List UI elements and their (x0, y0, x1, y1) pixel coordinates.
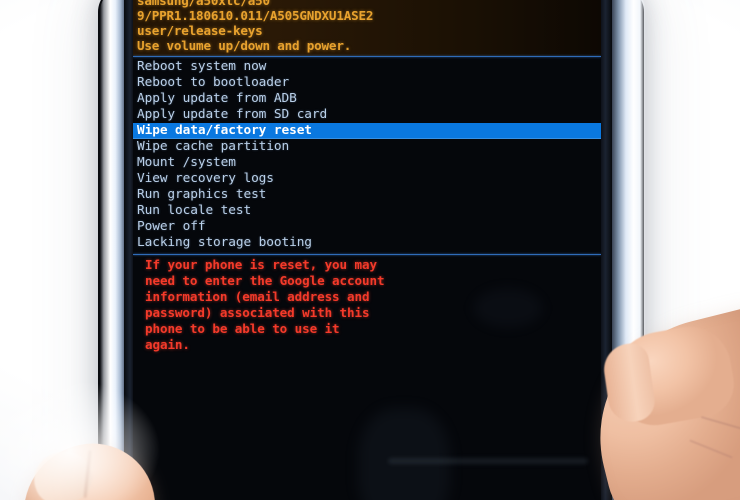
warning-line-6: again. (145, 337, 190, 352)
warning-line-5: phone to be able to use it (145, 321, 340, 336)
warning-line-1: If your phone is reset, you may (145, 257, 377, 272)
menu-item-lacking-storage-booting[interactable]: Lacking storage booting (133, 235, 601, 251)
menu-item-mount-system[interactable]: Mount /system (133, 155, 601, 171)
recovery-menu: Reboot system now Reboot to bootloader A… (133, 59, 601, 251)
menu-item-run-locale-test[interactable]: Run locale test (133, 203, 601, 219)
menu-item-wipe-cache-partition[interactable]: Wipe cache partition (133, 139, 601, 155)
menu-item-reboot-to-bootloader[interactable]: Reboot to bootloader (133, 75, 601, 91)
warning-line-2: need to enter the Google account (145, 273, 385, 288)
menu-item-apply-update-from-sd-card[interactable]: Apply update from SD card (133, 107, 601, 123)
menu-item-apply-update-from-adb[interactable]: Apply update from ADB (133, 91, 601, 107)
recovery-header: Android Recovery samsung/a50xtc/a50 9/PP… (133, 0, 601, 56)
header-line-keys: user/release-keys (137, 23, 263, 38)
menu-item-view-recovery-logs[interactable]: View recovery logs (133, 171, 601, 187)
menu-item-wipe-data-factory-reset[interactable]: Wipe data/factory reset (133, 123, 601, 139)
menu-item-run-graphics-test[interactable]: Run graphics test (133, 187, 601, 203)
header-divider (133, 56, 601, 57)
header-line-device: samsung/a50xtc/a50 (137, 0, 270, 8)
phone-screen: Android Recovery samsung/a50xtc/a50 9/PP… (133, 0, 601, 500)
screenshot-scene: Android Recovery samsung/a50xtc/a50 9/PP… (0, 0, 740, 500)
menu-item-power-off[interactable]: Power off (133, 219, 601, 235)
screen-reflection-blob (358, 408, 450, 500)
screen-reflection-spot (473, 288, 543, 328)
menu-item-reboot-system-now[interactable]: Reboot system now (133, 59, 601, 75)
menu-divider (133, 254, 601, 255)
header-line-instructions: Use volume up/down and power. (137, 38, 352, 53)
lens-glare (0, 380, 160, 500)
header-line-build: 9/PPR1.180610.011/A505GNDXU1ASE2 (137, 8, 374, 23)
